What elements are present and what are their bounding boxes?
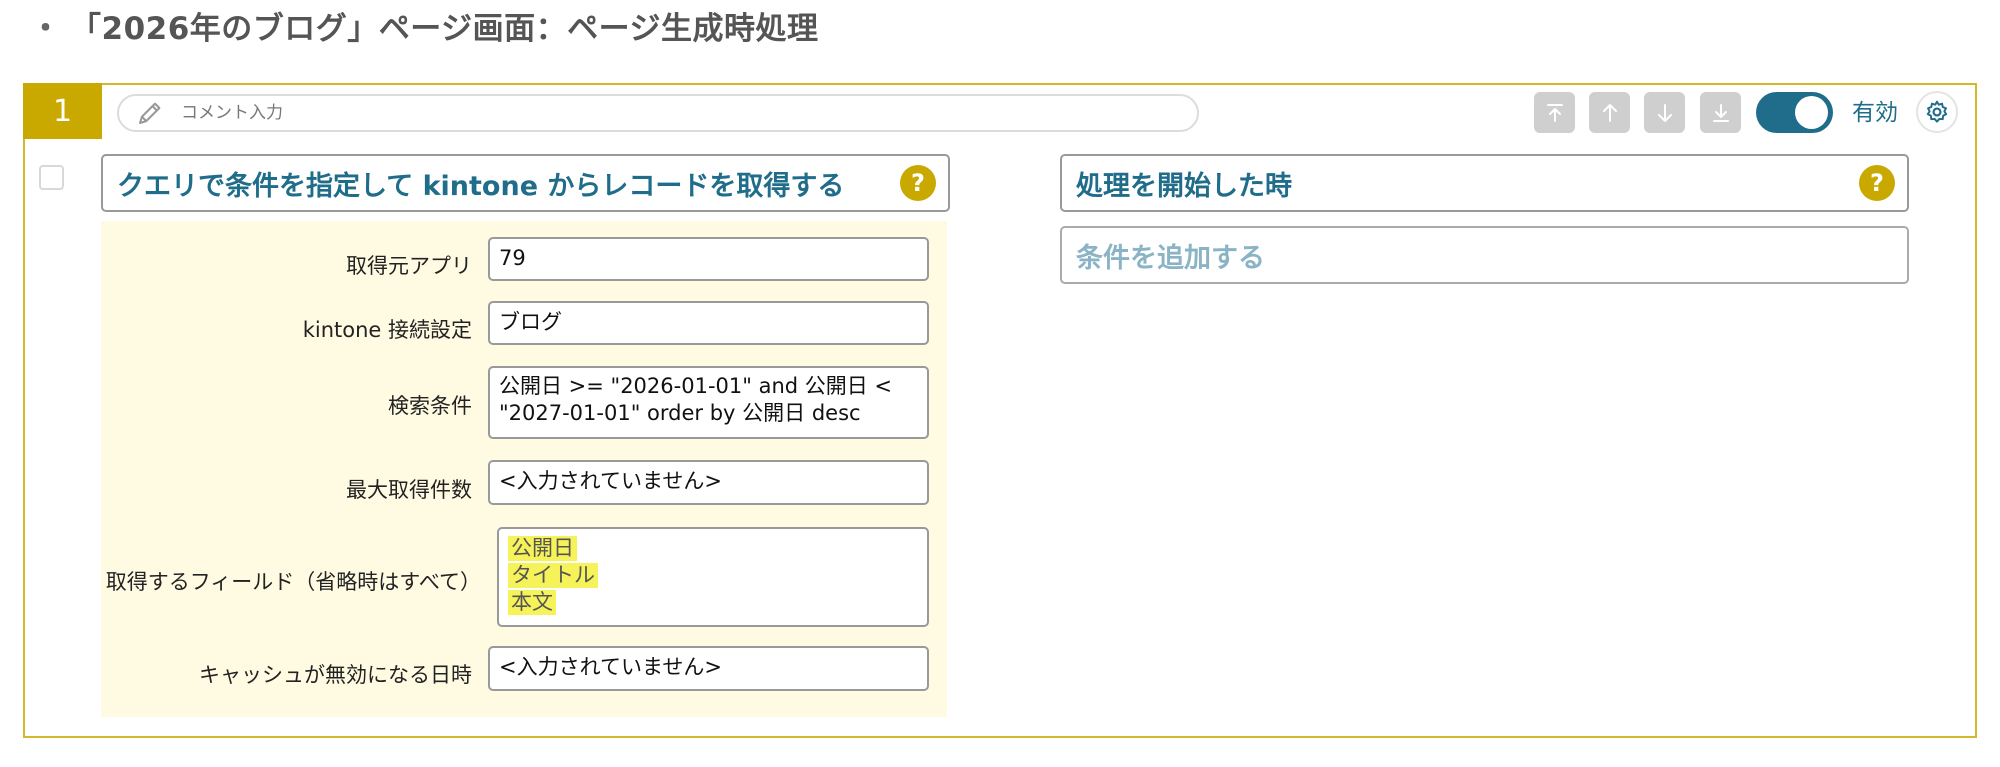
param-field-query[interactable]: 公開日 >= "2026-01-01" and 公開日 < "2027-01-0… <box>488 366 929 439</box>
arrow-to-bottom-icon <box>1712 103 1729 122</box>
action-title: クエリで条件を指定して kintone からレコードを取得する <box>117 170 845 202</box>
param-label-limit: 最大取得件数 <box>346 478 472 502</box>
add-condition-button[interactable]: 条件を追加する <box>1060 226 1909 284</box>
param-field-app[interactable]: 79 <box>488 237 929 281</box>
field-chip: 公開日 <box>508 536 577 561</box>
field-chip: タイトル <box>508 563 598 588</box>
arrow-up-icon <box>1602 103 1617 122</box>
gear-icon <box>1926 100 1948 123</box>
settings-button[interactable] <box>1916 91 1958 133</box>
enabled-label: 有効 <box>1852 100 1898 126</box>
comment-field[interactable] <box>117 94 1199 132</box>
move-to-top-button[interactable] <box>1534 92 1575 133</box>
title-bullet: ・ <box>30 11 62 47</box>
arrow-to-top-icon <box>1546 103 1563 122</box>
trigger-title: 処理を開始した時 <box>1076 170 1292 202</box>
trigger-header[interactable]: 処理を開始した時 ? <box>1060 154 1909 212</box>
page-title-text: 「2026年のブログ」ページ画面：ページ生成時処理 <box>70 11 819 47</box>
action-params: 取得元アプリ 79 kintone 接続設定 ブログ 検索条件 公開日 >= "… <box>101 221 947 717</box>
param-label-app: 取得元アプリ <box>346 254 472 278</box>
move-down-button[interactable] <box>1644 92 1685 133</box>
toggle-knob <box>1795 96 1828 129</box>
param-field-fields[interactable]: 公開日 タイトル 本文 <box>497 527 929 627</box>
field-chip: 本文 <box>508 590 556 615</box>
action-header[interactable]: クエリで条件を指定して kintone からレコードを取得する ? <box>101 154 950 212</box>
step-select-checkbox[interactable] <box>39 165 64 190</box>
param-field-cache[interactable]: <入力されていません> <box>488 646 929 691</box>
param-label-fields: 取得するフィールド（省略時はすべて） <box>105 570 481 594</box>
param-label-query: 検索条件 <box>388 394 472 418</box>
process-step-panel: 1 有効 クエ <box>23 83 1977 738</box>
param-label-cache: キャッシュが無効になる日時 <box>199 663 472 687</box>
pencil-icon <box>139 102 161 124</box>
move-to-bottom-button[interactable] <box>1700 92 1741 133</box>
param-field-limit[interactable]: <入力されていません> <box>488 460 929 505</box>
action-help-icon[interactable]: ? <box>900 165 936 201</box>
param-field-connection[interactable]: ブログ <box>488 301 929 345</box>
trigger-help-icon[interactable]: ? <box>1859 165 1895 201</box>
param-label-connection: kintone 接続設定 <box>302 318 472 342</box>
comment-input[interactable] <box>179 102 1083 124</box>
step-number: 1 <box>23 83 102 139</box>
move-up-button[interactable] <box>1589 92 1630 133</box>
add-condition-label: 条件を追加する <box>1076 242 1265 274</box>
enabled-toggle[interactable] <box>1756 92 1833 133</box>
arrow-down-icon <box>1657 103 1672 122</box>
page-title: ・「2026年のブログ」ページ画面：ページ生成時処理 <box>30 6 819 52</box>
